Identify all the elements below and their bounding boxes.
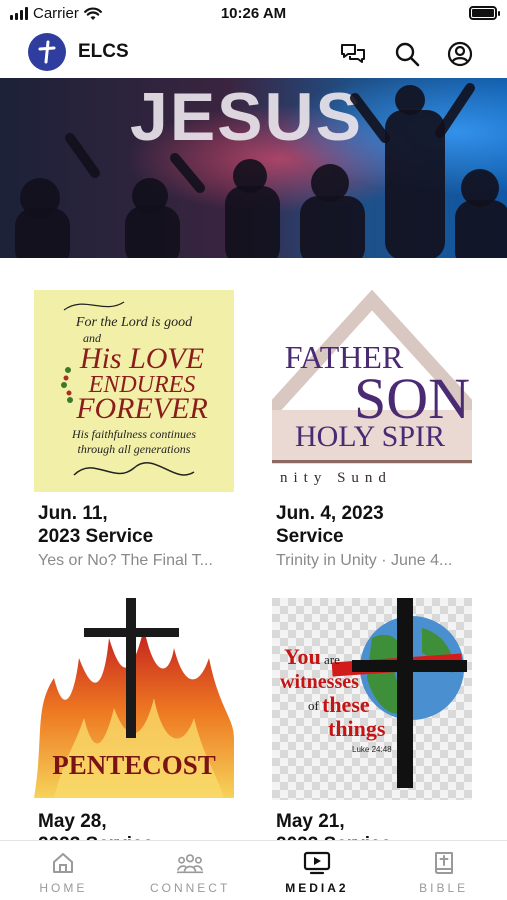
media-card[interactable]: FATHER SON HOLY SPIR nity Sund Jun. 4, 2…: [272, 290, 477, 570]
tab-bar: HOME CONNECT MEDIA2 BIBLE: [0, 840, 507, 900]
church-logo[interactable]: [28, 33, 66, 71]
art-text: His faithfulness continues: [71, 427, 196, 441]
hero-image: JESUS: [0, 78, 507, 258]
cross-icon: [38, 40, 56, 64]
tab-media2[interactable]: MEDIA2: [254, 841, 381, 900]
profile-icon[interactable]: [446, 40, 474, 68]
hero-overlay-text: JESUS: [130, 79, 363, 155]
tab-label: CONNECT: [149, 881, 231, 895]
art-text: things: [328, 716, 386, 741]
tv-icon: [303, 850, 331, 876]
media-card[interactable]: For the Lord is good and His LOVE ENDURE…: [34, 290, 239, 570]
art-text: You: [284, 644, 321, 669]
card-thumbnail: You are witnesses of these things Luke 2…: [272, 598, 472, 800]
art-text: are: [324, 652, 340, 667]
media-card[interactable]: PENTECOST May 28, 2023 Service: [34, 598, 239, 840]
card-thumbnail: PENTECOST: [34, 598, 234, 800]
people-icon: [176, 850, 204, 876]
card-title: Jun. 11, 2023 Service: [38, 503, 154, 547]
art-text: For the Lord is good: [75, 315, 193, 330]
art-text: these: [322, 692, 370, 717]
app-header: ELCS: [0, 28, 507, 78]
art-text: His LOVE: [79, 342, 204, 375]
art-text: HOLY SPIR: [295, 420, 445, 453]
art-text: PENTECOST: [52, 750, 216, 780]
app-title: ELCS: [78, 41, 129, 62]
status-time: 10:26 AM: [220, 5, 287, 22]
card-subtitle: Trinity in Unity · June 4...: [276, 552, 453, 569]
home-icon: [49, 850, 77, 876]
card-title: Jun. 4, 2023 Service: [276, 503, 384, 547]
card-title: May 28, 2023 Service: [38, 811, 153, 840]
art-text: witnesses: [280, 671, 359, 693]
art-text: of: [308, 698, 320, 713]
art-text: FOREVER: [75, 392, 208, 425]
tab-connect[interactable]: CONNECT: [127, 841, 254, 900]
art-text: through all generations: [78, 442, 191, 456]
status-bar: Carrier 10:26 AM: [0, 0, 507, 28]
chat-icon[interactable]: [339, 40, 367, 68]
card-title: May 21, 2023 Service: [276, 811, 391, 840]
hero-banner[interactable]: JESUS: [0, 78, 507, 258]
bible-icon: [430, 850, 458, 876]
media-grid: For the Lord is good and His LOVE ENDURE…: [0, 258, 507, 840]
card-thumbnail: FATHER SON HOLY SPIR nity Sund: [272, 290, 472, 492]
tab-label: HOME: [39, 881, 88, 895]
art-text: nity Sund: [280, 470, 392, 486]
art-text: Luke 24:48: [352, 745, 392, 754]
tab-label: MEDIA2: [285, 881, 349, 895]
battery-icon: [469, 6, 500, 20]
search-icon[interactable]: [393, 40, 421, 68]
tab-label: BIBLE: [419, 881, 469, 895]
media-card[interactable]: You are witnesses of these things Luke 2…: [272, 598, 477, 840]
card-subtitle: Yes or No? The Final T...: [38, 552, 213, 569]
tab-home[interactable]: HOME: [0, 841, 127, 900]
tab-bible[interactable]: BIBLE: [380, 841, 507, 900]
card-thumbnail: For the Lord is good and His LOVE ENDURE…: [34, 290, 234, 492]
